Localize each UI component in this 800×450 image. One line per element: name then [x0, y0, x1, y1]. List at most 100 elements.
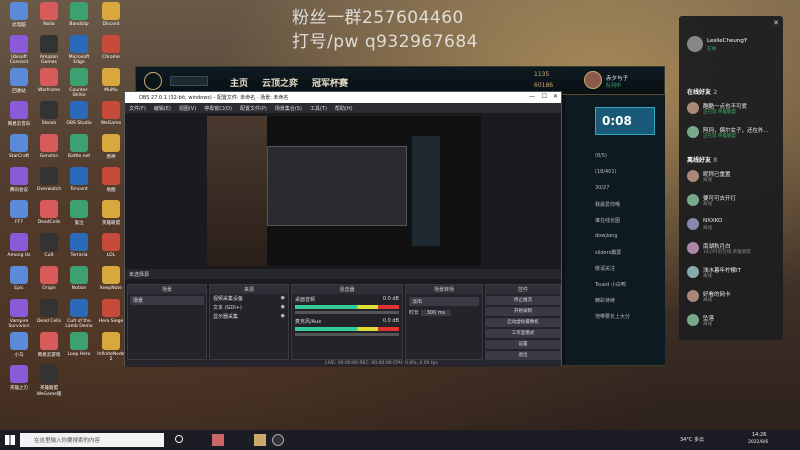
friend-item[interactable]: 浅水暮年柠檬IT 离线 — [687, 265, 779, 283]
maximize-icon[interactable]: ☐ — [542, 93, 547, 100]
windows-start-icon[interactable] — [5, 435, 15, 445]
user-avatar[interactable] — [687, 36, 703, 52]
desktop-icon[interactable]: 英雄联盟 WeGame版 — [34, 365, 64, 397]
transition-select[interactable]: 淡出 — [409, 297, 479, 306]
desktop-icon[interactable]: FF7 — [4, 200, 34, 225]
desktop-icon[interactable]: Hero Siege — [96, 299, 126, 324]
desktop-icon[interactable]: Chrome — [96, 35, 126, 60]
obs-menu-item[interactable]: 视图(V) — [179, 106, 196, 112]
minimize-icon[interactable]: — — [529, 93, 535, 100]
desktop-icon[interactable]: WeGame — [96, 101, 126, 126]
desktop-icon[interactable]: Bandizip — [64, 2, 94, 27]
desktop-icon[interactable]: Tencent — [64, 167, 94, 192]
obs-menu-item[interactable]: 工具(T) — [310, 106, 327, 112]
control-button[interactable]: 停止推流 — [486, 296, 560, 305]
lol-tab-cup[interactable]: 冠军杯赛 — [312, 76, 348, 89]
friend-item[interactable]: NXXKO 离线 — [687, 217, 779, 235]
desktop-icon[interactable]: Dead Cells — [34, 299, 64, 324]
obs-menu-item[interactable]: 帮助(H) — [335, 106, 353, 112]
desktop-icon[interactable]: DeadCells — [34, 200, 64, 225]
desktop-icon[interactable]: InfiniteNode 2 — [96, 332, 126, 362]
desktop-icon[interactable]: 网易云音乐 — [4, 101, 34, 127]
desktop-icon[interactable]: Warframe — [34, 68, 64, 93]
desktop-icon[interactable]: Steam — [34, 101, 64, 126]
eye-icon[interactable]: ◉ — [281, 304, 285, 310]
friend-item[interactable]: 南湖秋月白 14小时前在线 英雄联盟 — [687, 241, 779, 259]
obs-menu-item[interactable]: 文件(F) — [129, 106, 146, 112]
volume-slider[interactable] — [295, 333, 399, 336]
taskbar-app-icon[interactable] — [212, 434, 224, 446]
desktop-icon[interactable]: 英雄之刃 — [4, 365, 34, 391]
friend-item[interactable]: 坠落 离线 — [687, 313, 779, 331]
offline-header[interactable]: 离线好友 8 — [687, 155, 717, 164]
eye-icon[interactable]: ◉ — [281, 295, 285, 301]
close-icon[interactable]: ✕ — [773, 19, 779, 27]
friend-item[interactable]: 阿珂，偶尔女子，还在外... 正在玩 英雄联盟 — [687, 125, 779, 143]
desktop-icon[interactable]: OBS Studio — [64, 101, 94, 126]
duration-input[interactable]: 300 ms — [420, 310, 452, 316]
source-item[interactable]: 视频采集设备 ◉ — [210, 294, 288, 303]
close-icon[interactable]: ✕ — [553, 93, 558, 100]
friend-item[interactable]: 昵称已重置 离线 — [687, 169, 779, 187]
obs-menu-item[interactable]: 配置文件(P) — [240, 106, 267, 112]
control-button[interactable]: 开始录制 — [486, 307, 560, 316]
desktop-icon[interactable]: 原神 — [96, 134, 126, 160]
desktop-icon[interactable]: Cult — [34, 233, 64, 258]
desktop-icon[interactable]: 英雄联盟 — [96, 200, 126, 226]
control-button[interactable]: 工作室模式 — [486, 329, 560, 338]
desktop-icon[interactable]: Epic — [4, 266, 34, 291]
desktop-icon[interactable]: Nolia — [34, 2, 64, 27]
weather[interactable]: 34°C 多云 — [680, 436, 704, 443]
obs-menu-item[interactable]: 编辑(E) — [154, 106, 171, 112]
desktop-icon[interactable]: Among Us — [4, 233, 34, 258]
lol-tab-home[interactable]: 主页 — [230, 76, 248, 89]
desktop-icon[interactable]: KeepNote — [96, 266, 126, 291]
desktop-icon[interactable]: MuMu — [96, 68, 126, 93]
desktop-icon[interactable]: Discord — [96, 2, 126, 27]
clock-date[interactable]: 2022/8/6 — [748, 440, 768, 445]
control-button[interactable]: 设置 — [486, 340, 560, 349]
lol-avatar[interactable] — [584, 71, 602, 89]
friend-item[interactable]: 要可可去开打 离线 — [687, 193, 779, 211]
task-view-icon[interactable] — [175, 435, 183, 443]
online-header[interactable]: 在线好友 2 — [687, 87, 717, 96]
desktop-icon[interactable]: StarCraft — [4, 134, 34, 159]
desktop-icon[interactable]: 此电脑 — [4, 2, 34, 28]
obs-taskbar-icon[interactable] — [272, 434, 284, 446]
friend-item[interactable]: 好看的网卡 离线 — [687, 289, 779, 307]
lol-taskbar-icon[interactable] — [254, 434, 266, 446]
desktop-icon[interactable]: Vampire Survivors — [4, 299, 34, 329]
volume-slider[interactable] — [295, 311, 399, 314]
desktop-icon[interactable]: Loop Hero — [64, 332, 94, 357]
desktop-icon[interactable]: Terraria — [64, 233, 94, 258]
desktop-icon[interactable]: Counter-Strike — [64, 68, 94, 98]
desktop-icon[interactable]: Genshin — [34, 134, 64, 159]
obs-menu-item[interactable]: 场景集合(S) — [275, 106, 302, 112]
desktop-icon[interactable]: Ubisoft Connect — [4, 35, 34, 65]
lol-tab-tft[interactable]: 云顶之弈 — [262, 76, 298, 89]
desktop-icon[interactable]: Battle.net — [64, 134, 94, 159]
desktop-icon[interactable]: Microsoft Edge — [64, 35, 94, 65]
control-button[interactable]: 退出 — [486, 351, 560, 360]
scene-item[interactable]: 场景 — [130, 296, 204, 305]
lol-play-button[interactable] — [170, 76, 208, 86]
desktop-icon[interactable]: 回收站 — [4, 68, 34, 94]
desktop-icon[interactable]: Cult of the Lamb Demo — [64, 299, 94, 329]
source-item[interactable]: 显示器采集 ◉ — [210, 312, 288, 321]
desktop-icon[interactable]: Notion — [64, 266, 94, 291]
desktop-icon[interactable]: Origin — [34, 266, 64, 291]
clock-time[interactable]: 14:26 — [752, 432, 766, 438]
control-button[interactable]: 启动虚拟摄像机 — [486, 318, 560, 327]
eye-icon[interactable]: ◉ — [281, 313, 285, 319]
desktop-icon[interactable]: 腾讯会议 — [4, 167, 34, 193]
desktop-icon[interactable]: 地图 — [96, 167, 126, 193]
desktop-icon[interactable]: 小马 — [4, 332, 34, 358]
desktop-icon[interactable]: Amazon Games — [34, 35, 64, 65]
source-item[interactable]: 文本 (GDI+) ◉ — [210, 303, 288, 312]
desktop-icon[interactable]: Overwatch — [34, 167, 64, 192]
taskbar-search[interactable]: 在这里输入你要搜索的内容 — [20, 433, 164, 447]
desktop-icon[interactable]: LOL — [96, 233, 126, 258]
desktop-icon[interactable]: 鬼泣 — [64, 200, 94, 226]
desktop-icon[interactable]: 网易云游戏 — [34, 332, 64, 358]
obs-menu-item[interactable]: 停靠窗口(D) — [204, 106, 232, 112]
